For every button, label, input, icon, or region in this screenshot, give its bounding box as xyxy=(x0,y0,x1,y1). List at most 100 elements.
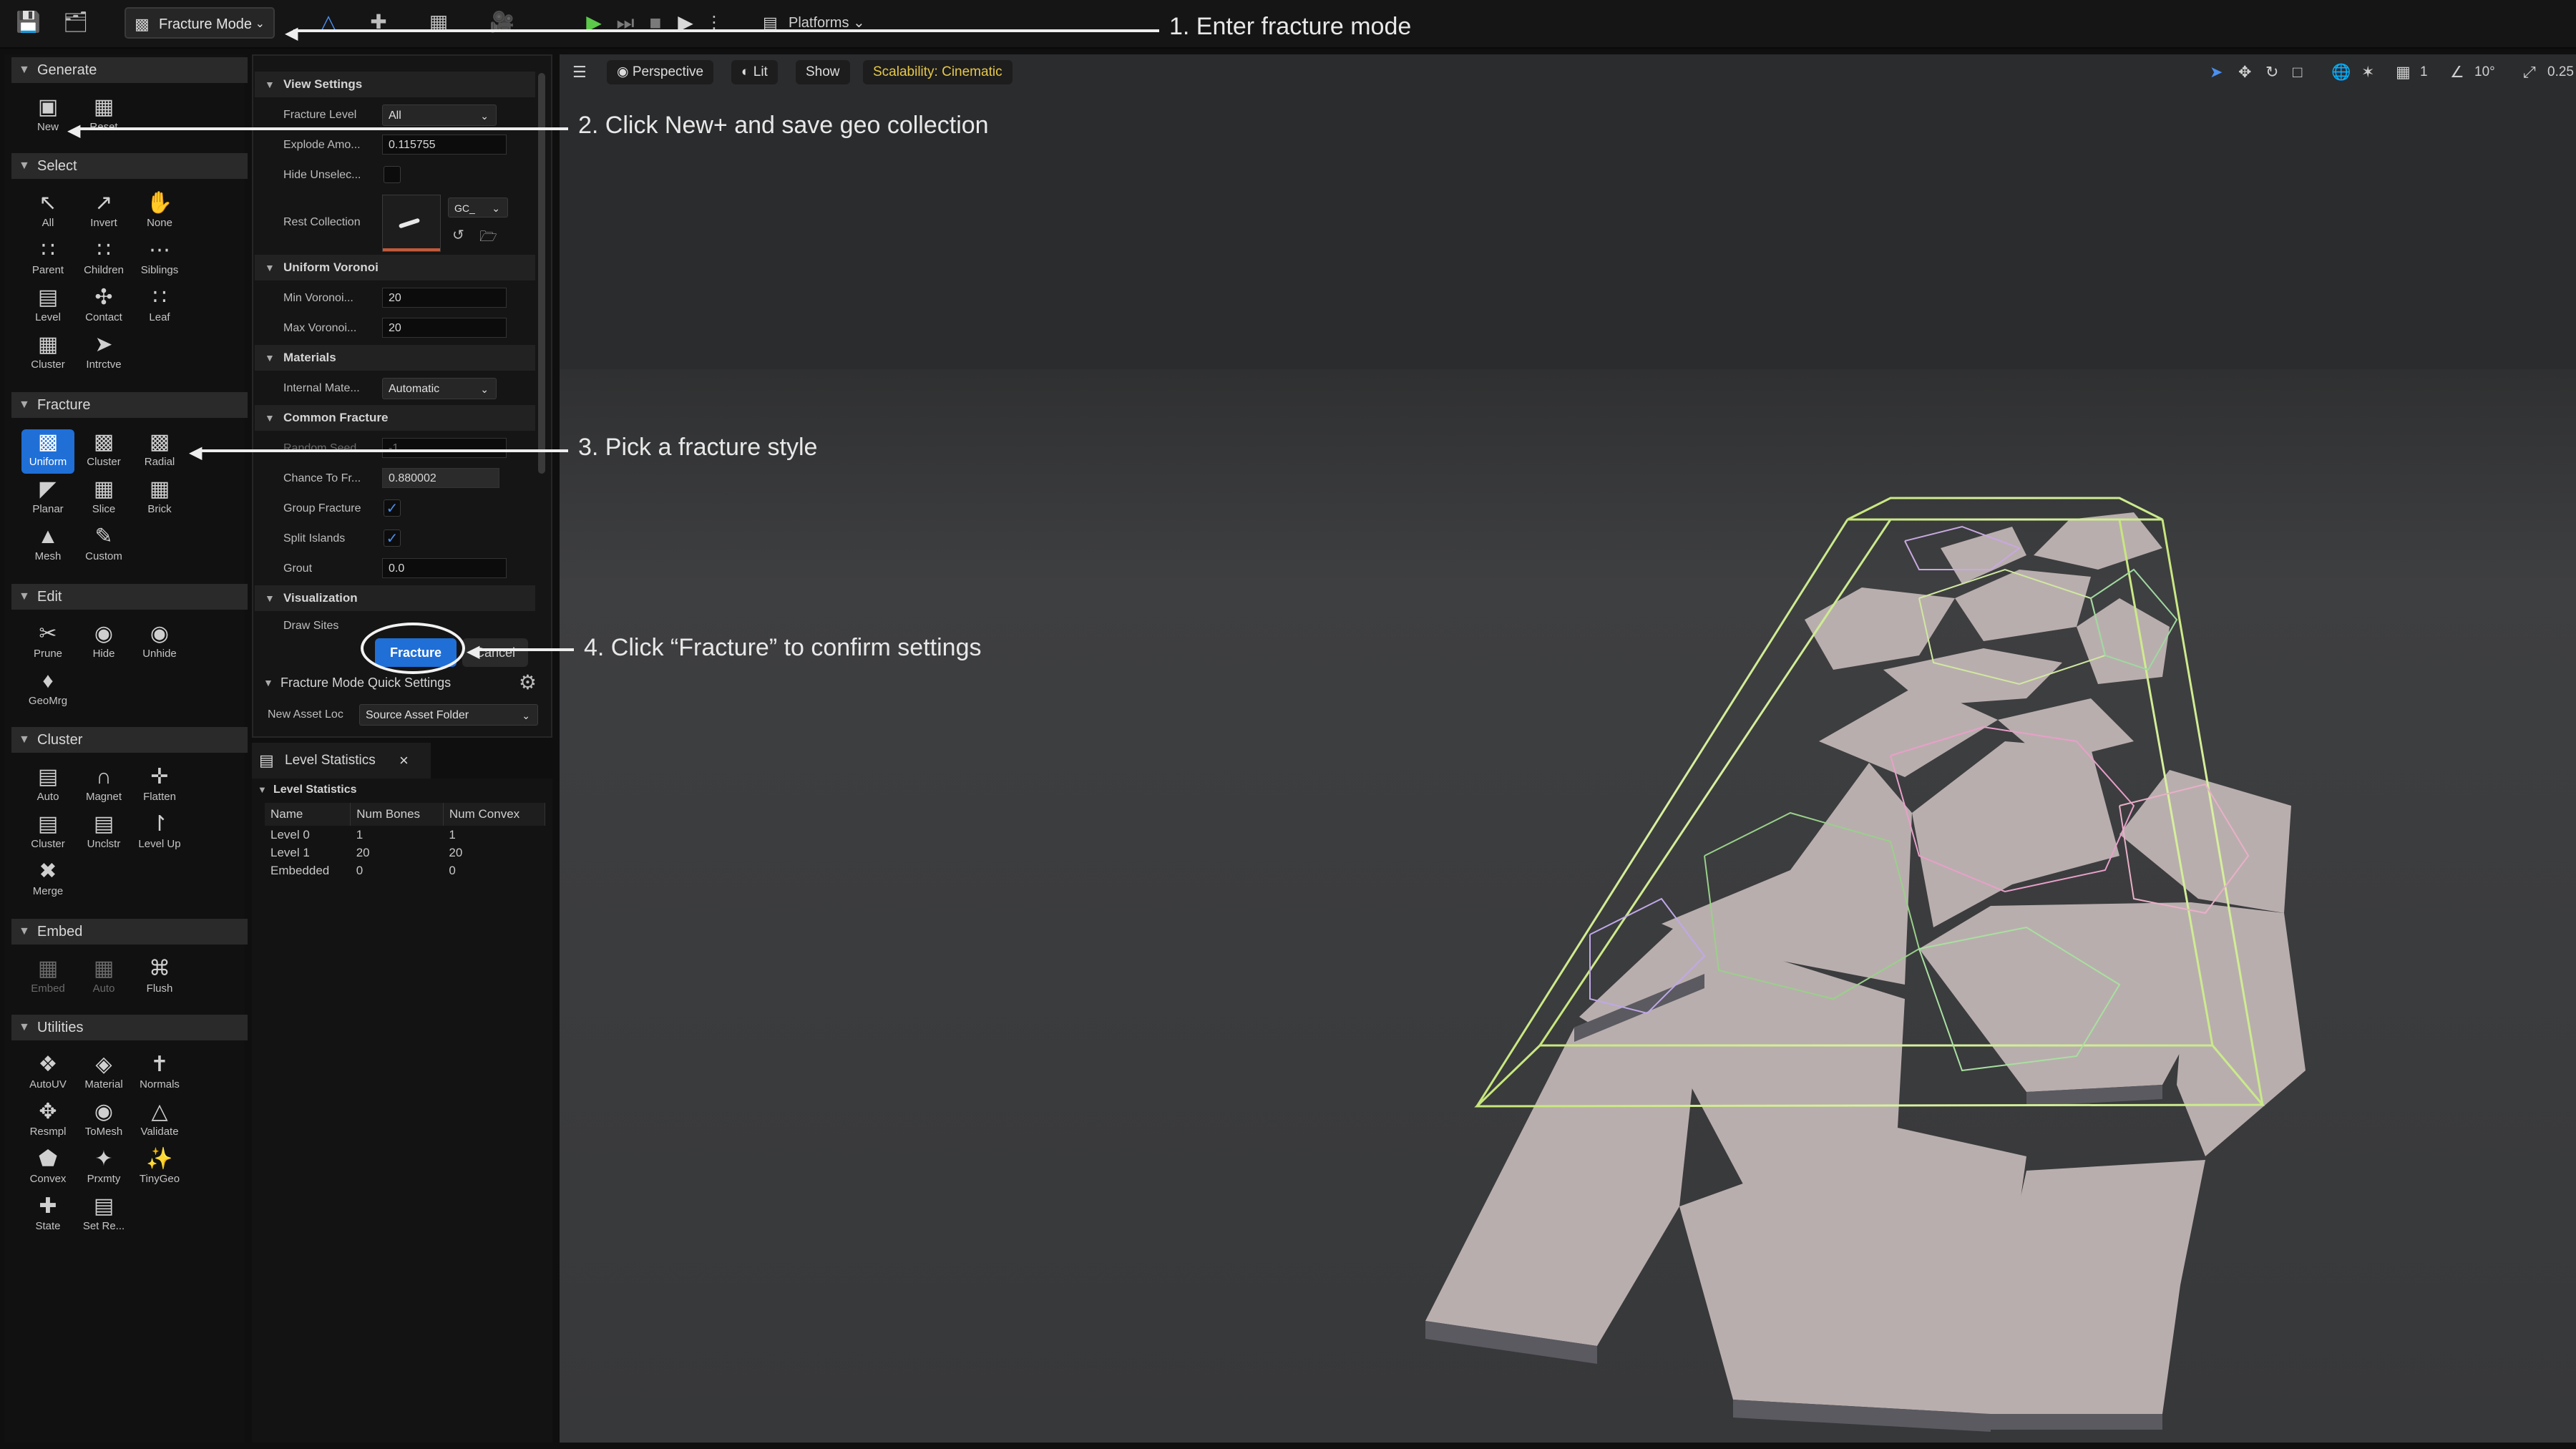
tool-unhide[interactable]: ◉ Unhide xyxy=(133,621,186,665)
tool-level-up[interactable]: ↾ Level Up xyxy=(133,811,186,856)
lit-button[interactable]: ◐ Lit xyxy=(731,60,778,84)
min-voronoi-input[interactable]: 20 xyxy=(382,288,507,308)
stop-icon[interactable]: ■ xyxy=(643,9,668,37)
translate-icon[interactable]: ✥ xyxy=(2238,62,2251,83)
level-statistics-tab[interactable]: ▤ Level Statistics × xyxy=(252,743,431,779)
section-header[interactable]: ▼ Generate xyxy=(11,57,248,83)
fracture-level-dropdown[interactable]: All ⌄ xyxy=(382,104,497,126)
tool-tomesh[interactable]: ◉ ToMesh xyxy=(77,1099,130,1143)
category-visualization[interactable]: ▼ Visualization xyxy=(255,585,535,611)
tool-leaf[interactable]: ∷ Leaf xyxy=(133,285,186,329)
tool-interactive[interactable]: ➤ Intrctve xyxy=(77,332,130,376)
browse-icon[interactable]: 🗁 xyxy=(479,226,497,250)
category-materials[interactable]: ▼ Materials xyxy=(255,345,535,371)
random-seed-input[interactable]: -1 xyxy=(382,438,507,458)
content-browser-icon[interactable]: 🗂 xyxy=(63,10,89,34)
tool-flatten[interactable]: ✛ Flatten xyxy=(133,764,186,809)
tool-auto-cluster[interactable]: ▤ Auto xyxy=(21,764,74,809)
tool-planar[interactable]: ◤ Planar xyxy=(21,477,74,521)
tool-proximity[interactable]: ✦ Prxmty xyxy=(77,1146,130,1191)
section-header[interactable]: ▼ Fracture xyxy=(11,392,248,418)
tool-magnet[interactable]: ∩ Magnet xyxy=(77,764,130,809)
tool-set-remove[interactable]: ▤ Set Re... xyxy=(77,1194,130,1238)
tool-select-cluster[interactable]: ▦ Cluster xyxy=(21,332,74,376)
category-uniform-voronoi[interactable]: ▼ Uniform Voronoi xyxy=(255,255,535,280)
tool-fracture-cluster[interactable]: ▩ Cluster xyxy=(77,429,130,474)
angle-snap-icon[interactable]: ∠ xyxy=(2450,62,2464,83)
max-voronoi-input[interactable]: 20 xyxy=(382,318,507,338)
group-fracture-checkbox[interactable]: ✓ xyxy=(384,499,401,517)
use-selected-icon[interactable]: ↺ xyxy=(452,226,464,244)
perspective-button[interactable]: ◉ Perspective xyxy=(607,60,714,84)
scalability-button[interactable]: Scalability: Cinematic xyxy=(863,60,1013,84)
select-mode-icon[interactable]: ➤ xyxy=(2210,62,2223,83)
column-header[interactable]: Name xyxy=(265,803,351,826)
play-icon[interactable]: ▶ xyxy=(581,9,607,37)
tool-validate[interactable]: △ Validate xyxy=(133,1099,186,1143)
quick-settings-header[interactable]: ▼ Fracture Mode Quick Settings ⚙ xyxy=(255,670,550,696)
more-options-icon[interactable]: ⋮ xyxy=(701,9,727,37)
tool-merge[interactable]: ✖ Merge xyxy=(21,859,74,903)
chance-to-fracture-slider[interactable]: 0.880002 xyxy=(382,468,499,488)
section-header[interactable]: ▼ Edit xyxy=(11,584,248,610)
tool-cluster[interactable]: ▤ Cluster xyxy=(21,811,74,856)
level-viewport[interactable]: ☰ ◉ Perspective ◐ Lit Show Scalability: … xyxy=(560,54,2576,1443)
section-header[interactable]: ▼ Select xyxy=(11,153,248,179)
tool-brick[interactable]: ▦ Brick xyxy=(133,477,186,521)
surface-snap-icon[interactable]: ✶ xyxy=(2361,62,2374,83)
save-icon[interactable]: 💾 xyxy=(16,10,41,34)
details-scrollbar[interactable] xyxy=(538,73,545,474)
world-space-icon[interactable]: 🌐 xyxy=(2331,62,2351,83)
section-header[interactable]: ▼ Utilities xyxy=(11,1015,248,1040)
category-common-fracture[interactable]: ▼ Common Fracture xyxy=(255,405,535,431)
tool-invert[interactable]: ↗ Invert xyxy=(77,190,130,235)
tool-geomerge[interactable]: ♦ GeoMrg xyxy=(21,668,74,713)
rest-collection-combo[interactable]: GC_ ⌄ xyxy=(448,197,508,218)
hide-unselected-checkbox[interactable] xyxy=(384,166,401,183)
rotate-icon[interactable]: ↻ xyxy=(2265,62,2278,83)
internal-material-dropdown[interactable]: Automatic ⌄ xyxy=(382,378,497,399)
tool-hide[interactable]: ◉ Hide xyxy=(77,621,130,665)
section-header[interactable]: ▼ Embed xyxy=(11,919,248,945)
show-button[interactable]: Show xyxy=(796,60,850,84)
tool-level[interactable]: ▤ Level xyxy=(21,285,74,329)
explode-amount-input[interactable]: 0.115755 xyxy=(382,135,507,155)
tool-tinygeo[interactable]: ✨ TinyGeo xyxy=(133,1146,186,1191)
tool-flush[interactable]: ⌘ Flush xyxy=(133,956,186,1000)
tool-state[interactable]: ✚ State xyxy=(21,1194,74,1238)
new-asset-location-dropdown[interactable]: Source Asset Folder ⌄ xyxy=(359,704,538,726)
tool-convex[interactable]: ⬟ Convex xyxy=(21,1146,74,1191)
tool-slice[interactable]: ▦ Slice xyxy=(77,477,130,521)
tool-mesh[interactable]: ▲ Mesh xyxy=(21,524,74,568)
tool-auto-embed[interactable]: ▦ Auto xyxy=(77,956,130,1000)
tool-radial[interactable]: ▩ Radial xyxy=(133,429,186,474)
column-header[interactable]: Num Bones xyxy=(350,803,444,826)
stats-category-header[interactable]: ▼ Level Statistics xyxy=(258,779,357,801)
tool-reset[interactable]: ▦Reset xyxy=(77,94,130,139)
tool-prune[interactable]: ✂ Prune xyxy=(21,621,74,665)
grout-input[interactable]: 0.0 xyxy=(382,558,507,578)
frame-skip-icon[interactable]: ⏭ xyxy=(613,9,638,37)
tool-autouv[interactable]: ❖ AutoUV xyxy=(21,1052,74,1096)
gear-icon[interactable]: ⚙ xyxy=(519,670,537,696)
tool-resample[interactable]: ✥ Resmpl xyxy=(21,1099,74,1143)
tool-select-all[interactable]: ↖ All xyxy=(21,190,74,235)
tool-siblings[interactable]: ⋯ Siblings xyxy=(133,238,186,282)
viewport-menu-icon[interactable]: ☰ xyxy=(572,62,587,83)
tool-embed[interactable]: ▦ Embed xyxy=(21,956,74,1000)
tool-custom[interactable]: ✎ Custom xyxy=(77,524,130,568)
tool-uniform[interactable]: ▩ Uniform xyxy=(21,429,74,474)
platforms-menu[interactable]: ▤ Platforms ⌄ xyxy=(760,9,865,37)
tool-parent[interactable]: ∷ Parent xyxy=(21,238,74,282)
angle-snap-value[interactable]: 10° xyxy=(2474,62,2495,83)
tool-children[interactable]: ∷ Children xyxy=(77,238,130,282)
column-header[interactable]: Num Convex xyxy=(443,803,546,826)
tool-uncluster[interactable]: ▤ Unclstr xyxy=(77,811,130,856)
split-islands-checkbox[interactable]: ✓ xyxy=(384,530,401,547)
category-view-settings[interactable]: ▼ View Settings xyxy=(255,72,535,97)
tool-contact[interactable]: ✣ Contact xyxy=(77,285,130,329)
tool-normals[interactable]: ✝ Normals xyxy=(133,1052,186,1096)
tool-select-none[interactable]: ✋ None xyxy=(133,190,186,235)
scale-snap-icon[interactable]: ⤢ xyxy=(2523,62,2536,83)
rest-collection-thumbnail[interactable] xyxy=(382,195,441,252)
